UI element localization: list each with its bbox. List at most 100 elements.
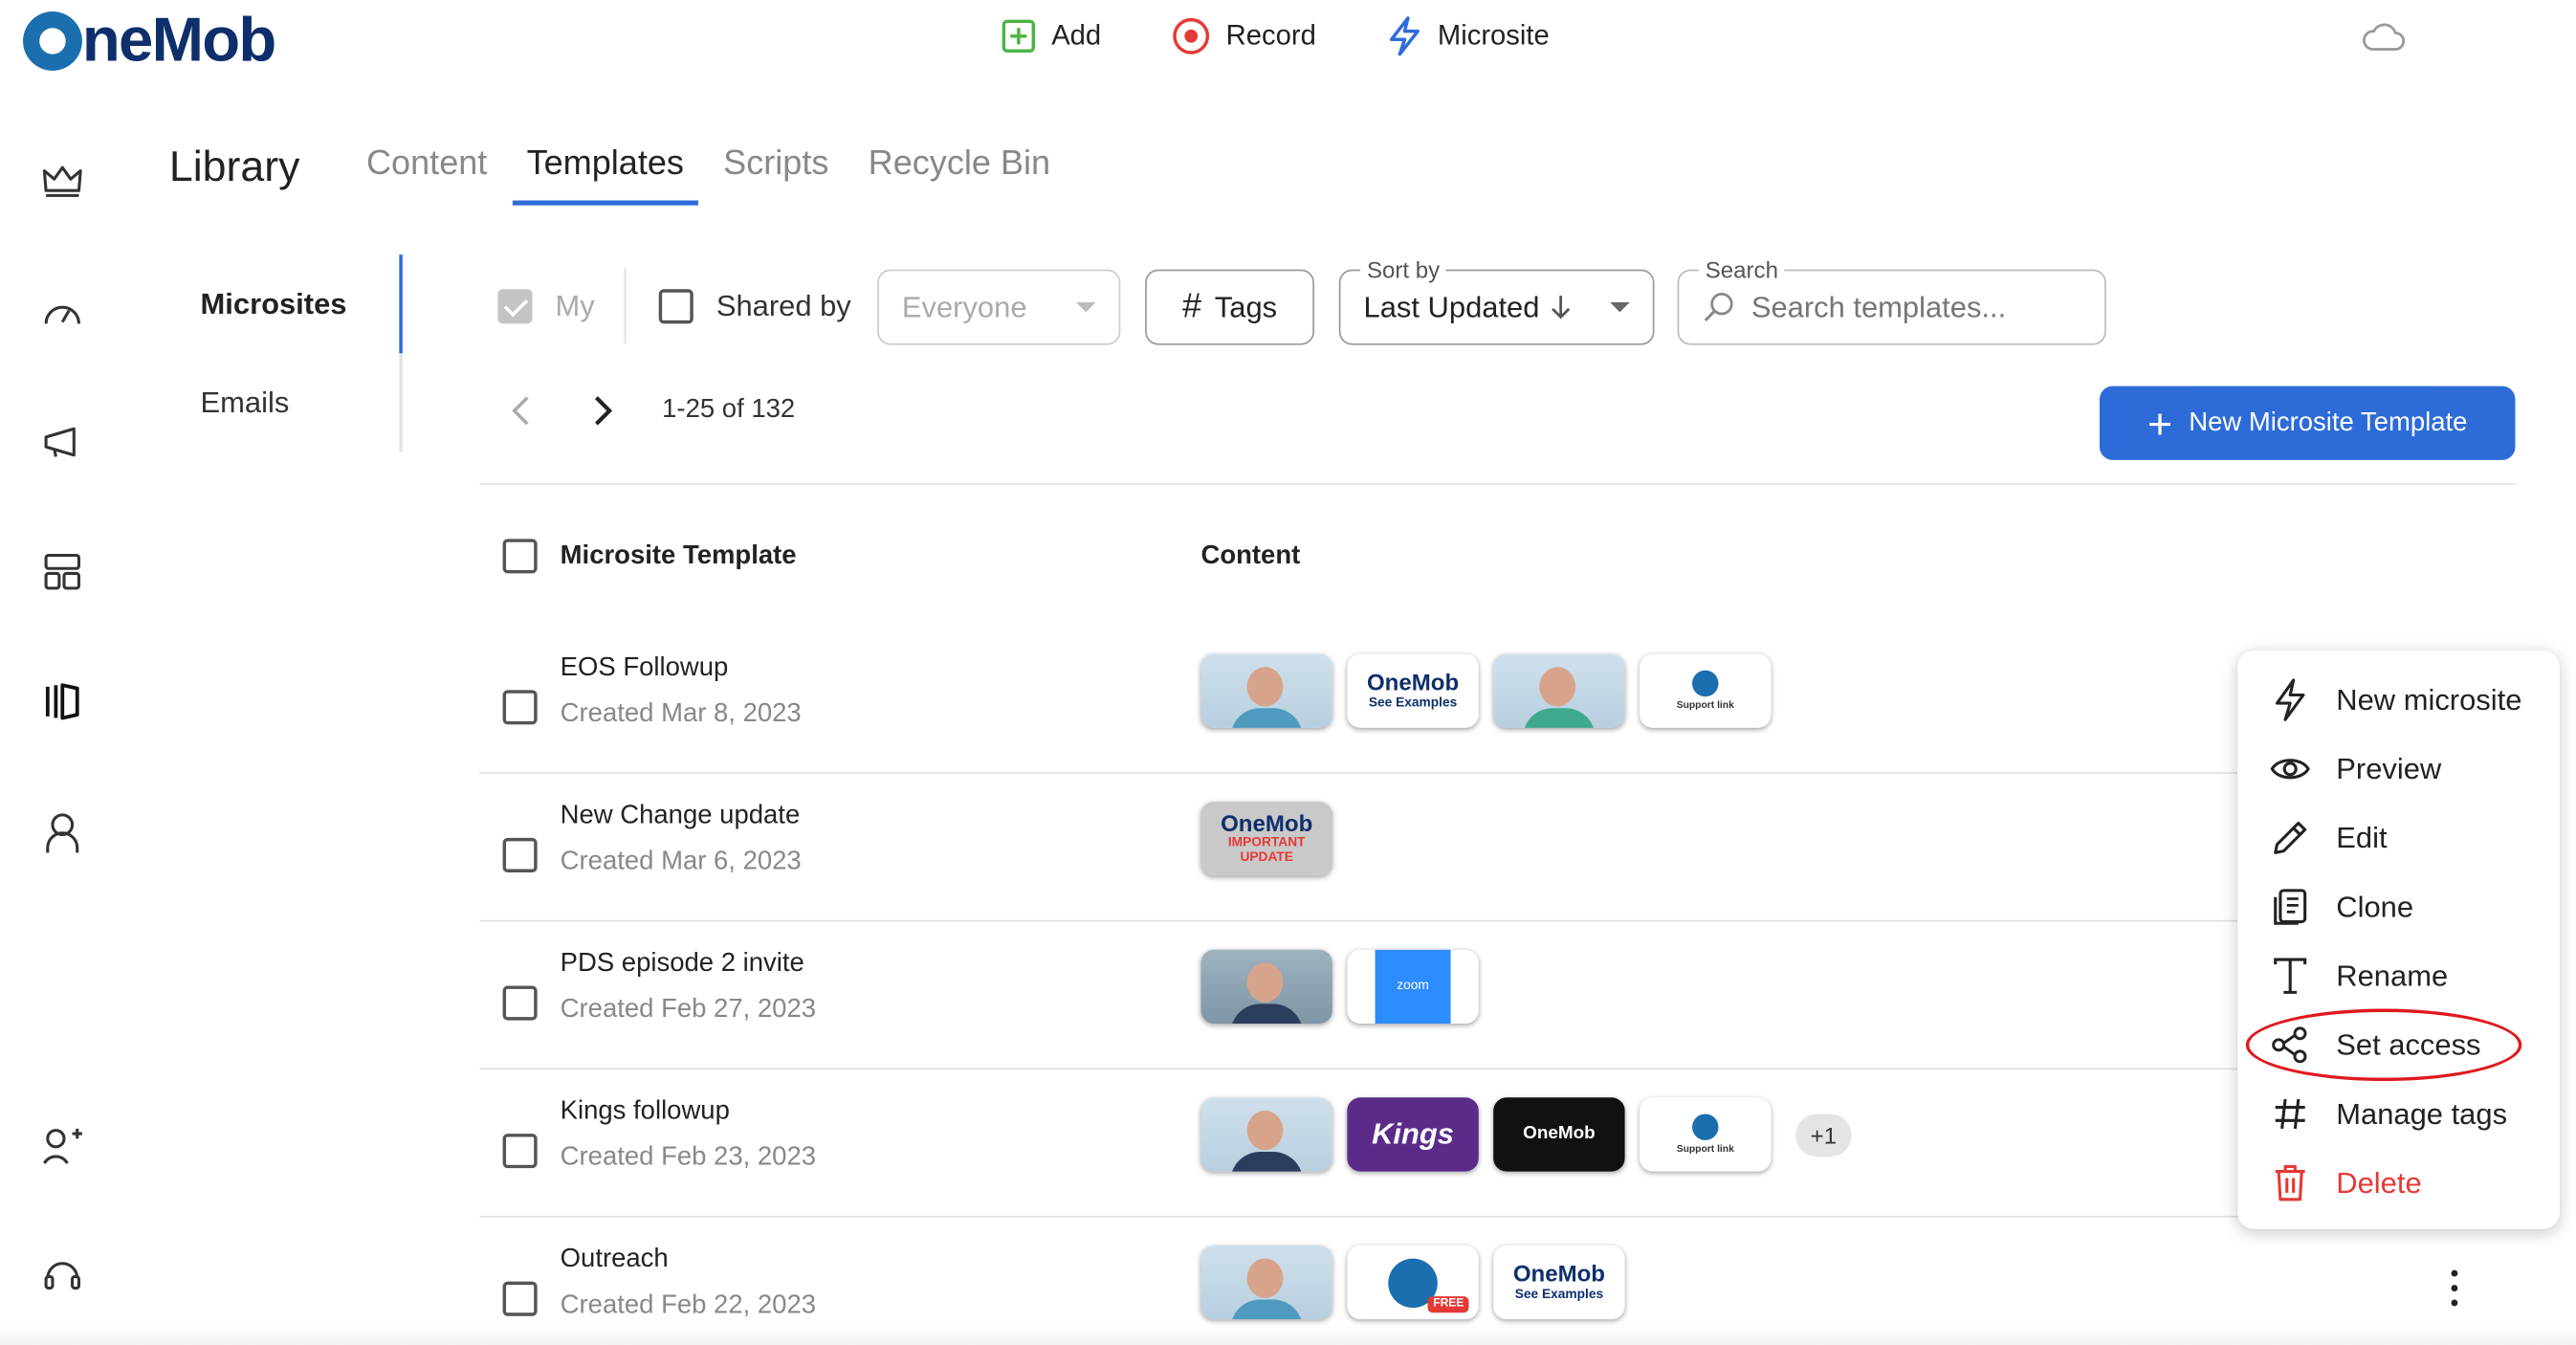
tab-recycle-bin[interactable]: Recycle Bin bbox=[869, 144, 1050, 206]
tags-button[interactable]: # Tags bbox=[1145, 269, 1314, 345]
add-button[interactable]: Add bbox=[1002, 19, 1101, 53]
table-row[interactable]: New Change update Created Mar 6, 2023 On… bbox=[480, 772, 2518, 920]
search-field[interactable]: Search bbox=[1677, 255, 2106, 345]
table-row[interactable]: Kings followup Created Feb 23, 2023 King… bbox=[480, 1068, 2518, 1216]
shared-by-checkbox[interactable] bbox=[658, 288, 694, 323]
support-link-thumbnail[interactable]: Support link bbox=[1640, 653, 1772, 728]
search-label: Search bbox=[1698, 255, 1785, 283]
menu-item-preview[interactable]: Preview bbox=[2270, 744, 2442, 794]
shared-by-select[interactable]: Everyone bbox=[877, 269, 1121, 345]
sort-by-value: Last Updated bbox=[1363, 290, 1540, 323]
column-header-template: Microsite Template bbox=[560, 541, 797, 570]
my-checkbox[interactable] bbox=[497, 288, 533, 323]
dashboard-gauge-icon[interactable] bbox=[39, 289, 85, 335]
user-icon[interactable] bbox=[39, 810, 85, 856]
menu-item-label: Rename bbox=[2336, 959, 2449, 992]
menu-item-delete[interactable]: Delete bbox=[2271, 1158, 2422, 1208]
table-row[interactable]: PDS episode 2 invite Created Feb 27, 202… bbox=[480, 920, 2518, 1069]
row-more-options-icon[interactable] bbox=[2450, 1269, 2459, 1307]
important-update-thumbnail[interactable]: OneMob IMPORTANT UPDATE bbox=[1200, 802, 1332, 876]
add-user-icon[interactable] bbox=[39, 1122, 85, 1168]
library-tabs: Content Templates Scripts Recycle Bin bbox=[366, 144, 1050, 206]
bottom-scroll-shadow bbox=[0, 1322, 2576, 1345]
free-thumbnail[interactable]: FREE bbox=[1347, 1245, 1479, 1320]
new-microsite-template-button[interactable]: + New Microsite Template bbox=[2099, 386, 2516, 460]
megaphone-icon[interactable] bbox=[39, 419, 85, 465]
row-context-menu: New microsite Preview Edit Clone Rename … bbox=[2237, 650, 2560, 1229]
video-thumbnail[interactable] bbox=[1200, 1245, 1332, 1320]
onemob-logo-icon bbox=[1692, 670, 1719, 696]
shared-by-label: Shared by bbox=[716, 288, 851, 321]
subnav-item-microsites[interactable]: Microsites bbox=[201, 288, 347, 322]
bolt-icon bbox=[2271, 678, 2310, 721]
onemob-logo[interactable]: neMob bbox=[23, 6, 276, 77]
record-label: Record bbox=[1225, 19, 1316, 52]
support-link-thumbnail[interactable]: Support link bbox=[1640, 1097, 1772, 1172]
tab-content[interactable]: Content bbox=[366, 144, 487, 206]
menu-item-label: Manage tags bbox=[2336, 1096, 2508, 1130]
onemob-examples-thumbnail[interactable]: OneMob See Examples bbox=[1347, 653, 1479, 728]
subnav-item-emails[interactable]: Emails bbox=[201, 386, 290, 421]
row-title[interactable]: PDS episode 2 invite bbox=[561, 950, 804, 980]
content-thumbnails: zoom bbox=[1200, 949, 1479, 1025]
onemob-logo-mark-icon bbox=[23, 11, 82, 71]
record-icon bbox=[1173, 17, 1210, 55]
menu-item-rename[interactable]: Rename bbox=[2271, 951, 2449, 1001]
clone-icon bbox=[2271, 887, 2310, 926]
search-icon bbox=[1704, 293, 1733, 322]
next-page-chevron-icon[interactable] bbox=[593, 394, 613, 427]
previous-page-chevron-icon[interactable] bbox=[511, 394, 531, 427]
video-thumbnail[interactable] bbox=[1493, 653, 1625, 728]
row-title[interactable]: Outreach bbox=[561, 1246, 669, 1275]
zoom-thumbnail[interactable]: zoom bbox=[1347, 949, 1479, 1025]
filter-bar: My Shared by bbox=[480, 266, 851, 344]
row-created-date: Created Mar 6, 2023 bbox=[560, 848, 802, 876]
menu-item-label: Preview bbox=[2336, 751, 2442, 785]
video-thumbnail[interactable] bbox=[1200, 653, 1332, 728]
hash-icon bbox=[2271, 1094, 2310, 1134]
headset-support-icon[interactable] bbox=[39, 1252, 85, 1298]
column-header-content: Content bbox=[1200, 541, 1301, 570]
row-title[interactable]: EOS Followup bbox=[561, 654, 729, 684]
logo-text: neMob bbox=[81, 6, 276, 77]
menu-item-clone[interactable]: Clone bbox=[2271, 882, 2413, 932]
menu-item-manage-tags[interactable]: Manage tags bbox=[2271, 1090, 2507, 1139]
menu-item-edit[interactable]: Edit bbox=[2271, 813, 2388, 863]
crown-icon[interactable] bbox=[39, 158, 85, 204]
row-checkbox[interactable] bbox=[502, 1281, 538, 1316]
library-books-icon[interactable] bbox=[39, 678, 85, 724]
menu-item-new-microsite[interactable]: New microsite bbox=[2271, 675, 2521, 725]
table-row[interactable]: EOS Followup Created Mar 8, 2023 OneMob S… bbox=[480, 625, 2518, 773]
row-checkbox[interactable] bbox=[502, 1134, 538, 1169]
row-title[interactable]: Kings followup bbox=[561, 1097, 730, 1127]
row-title[interactable]: New Change update bbox=[561, 802, 801, 831]
content-thumbnails: OneMob See Examples Support link bbox=[1200, 653, 1772, 728]
video-thumbnail[interactable] bbox=[1200, 1097, 1332, 1172]
menu-item-label: Edit bbox=[2336, 820, 2388, 854]
pagination-range: 1-25 of 132 bbox=[662, 395, 796, 425]
plus-icon: + bbox=[2147, 398, 2173, 449]
episode-invite-thumbnail[interactable] bbox=[1200, 949, 1332, 1025]
templates-layout-icon[interactable] bbox=[39, 549, 85, 595]
onemob-examples-thumbnail[interactable]: OneMob See Examples bbox=[1493, 1245, 1625, 1320]
eye-icon bbox=[2270, 749, 2310, 788]
chevron-down-icon bbox=[1075, 302, 1096, 313]
microsite-button[interactable]: Microsite bbox=[1388, 16, 1550, 56]
menu-item-set-access[interactable]: Set access bbox=[2271, 1021, 2481, 1070]
row-checkbox[interactable] bbox=[502, 985, 538, 1021]
onemob-dark-thumbnail[interactable]: OneMob bbox=[1493, 1097, 1625, 1172]
select-all-checkbox[interactable] bbox=[502, 539, 538, 574]
my-label: My bbox=[555, 288, 595, 321]
template-type-subnav: Microsites Emails bbox=[165, 254, 403, 452]
row-checkbox[interactable] bbox=[502, 837, 538, 872]
more-content-badge[interactable]: +1 bbox=[1795, 1113, 1852, 1157]
row-created-date: Created Feb 27, 2023 bbox=[560, 995, 817, 1025]
tab-templates[interactable]: Templates bbox=[512, 144, 699, 206]
search-input[interactable] bbox=[1750, 290, 2048, 325]
kings-thumbnail[interactable]: Kings bbox=[1347, 1097, 1479, 1172]
row-checkbox[interactable] bbox=[502, 690, 538, 725]
record-button[interactable]: Record bbox=[1173, 17, 1316, 55]
cloud-icon[interactable] bbox=[2363, 23, 2406, 53]
tab-scripts[interactable]: Scripts bbox=[723, 144, 828, 206]
sort-by-select[interactable]: Sort by Last Updated bbox=[1338, 255, 1655, 345]
